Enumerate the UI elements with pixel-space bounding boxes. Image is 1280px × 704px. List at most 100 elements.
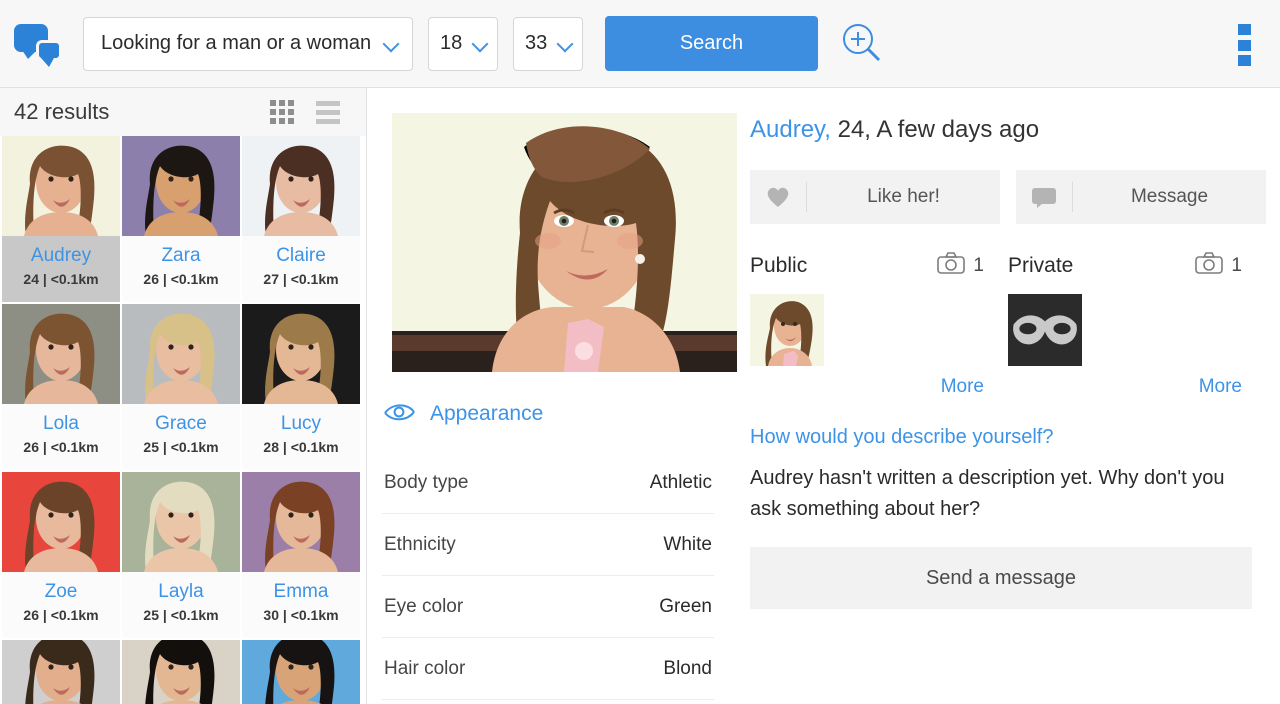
result-card-name: Lucy [280, 413, 322, 434]
result-card-photo [242, 304, 360, 404]
result-card-meta: Grace 25 | <0.1km [122, 404, 240, 470]
result-card-photo [122, 304, 240, 404]
results-grid: Audrey 24 | <0.1km Zara 26 | <0.1km Claire 27… [0, 136, 366, 704]
result-card-name: Lola [43, 413, 79, 434]
app-header: Looking for a man or a woman 18 33 Searc… [0, 0, 1280, 88]
result-card-photo [242, 136, 360, 236]
profile-panel: Appearance Body type Athletic Ethnicity Whi… [368, 88, 1280, 704]
appearance-attribute-list: Body type Athletic Ethnicity White Eye color… [382, 452, 714, 700]
public-more-link-wrap: More [750, 376, 1008, 398]
message-button[interactable]: Message [1016, 170, 1266, 224]
private-more-link-wrap: More [1008, 376, 1266, 398]
appearance-row: Eye color Green [382, 576, 714, 638]
result-card[interactable] [242, 640, 360, 704]
search-button[interactable]: Search [605, 16, 818, 71]
send-message-button[interactable]: Send a message [750, 547, 1252, 609]
result-card-age-distance: 26 | <0.1km [23, 439, 99, 455]
age-min-value: 18 [440, 32, 463, 54]
result-card-meta: Audrey 24 | <0.1km [2, 236, 120, 302]
result-card[interactable]: Lola 26 | <0.1km [2, 304, 120, 470]
chevron-down-icon [384, 36, 399, 51]
chevron-down-icon [558, 36, 573, 51]
result-card[interactable]: Emma 30 | <0.1km [242, 472, 360, 638]
result-card[interactable]: Audrey 24 | <0.1km [2, 136, 120, 302]
heart-icon [750, 185, 806, 209]
appearance-row: Body type Athletic [382, 452, 714, 514]
public-label: Public [750, 254, 808, 277]
profile-action-row: Like her! Message [750, 170, 1266, 224]
description-question[interactable]: How would you describe yourself? [750, 426, 1266, 449]
message-button-label: Message [1130, 186, 1209, 207]
result-card[interactable]: Layla 25 | <0.1km [122, 472, 240, 638]
chat-bubbles-icon[interactable] [12, 18, 68, 70]
result-card-photo [242, 472, 360, 572]
appearance-section-header: Appearance [382, 401, 543, 426]
result-card[interactable] [122, 640, 240, 704]
list-view-icon[interactable] [316, 100, 340, 124]
chevron-down-icon [473, 36, 488, 51]
result-card-photo [122, 640, 240, 704]
media-row: Public 1 More Private 1 More [750, 252, 1266, 398]
public-photo-count: 1 [973, 255, 984, 276]
result-card-meta: Emma 30 | <0.1km [242, 572, 360, 638]
results-bar: 42 results [0, 88, 366, 136]
appearance-row: Hair color Blond [382, 638, 714, 700]
result-card-age-distance: 30 | <0.1km [263, 607, 339, 623]
appearance-row-value: Blond [663, 657, 712, 679]
result-card-age-distance: 26 | <0.1km [143, 271, 219, 287]
result-card-age-distance: 26 | <0.1km [23, 607, 99, 623]
seeking-select[interactable]: Looking for a man or a woman [83, 16, 413, 71]
kebab-menu-icon[interactable] [1235, 24, 1253, 66]
results-sidebar: 42 results Audrey 24 | <0.1km Zara 26 | <0.… [0, 88, 367, 704]
result-card-name: Grace [155, 413, 207, 434]
result-card-photo [2, 136, 120, 236]
result-card[interactable]: Claire 27 | <0.1km [242, 136, 360, 302]
like-button[interactable]: Like her! [750, 170, 1000, 224]
public-more-link[interactable]: More [941, 376, 984, 397]
profile-hero-photo[interactable] [392, 113, 737, 372]
profile-age-activity: 24, A few days ago [830, 116, 1040, 143]
appearance-row-key: Hair color [384, 657, 466, 679]
age-max-select[interactable]: 33 [513, 16, 583, 71]
result-card-age-distance: 27 | <0.1km [263, 271, 339, 287]
result-card-name: Audrey [30, 245, 92, 266]
private-more-link[interactable]: More [1199, 376, 1242, 397]
camera-icon [937, 252, 966, 280]
page-title: Audrey, 24, A few days ago [750, 88, 1266, 144]
seeking-select-value: Looking for a man or a woman [101, 32, 372, 54]
like-button-label: Like her! [867, 186, 940, 207]
result-card[interactable]: Lucy 28 | <0.1km [242, 304, 360, 470]
appearance-title: Appearance [430, 401, 544, 425]
result-card-meta: Zara 26 | <0.1km [122, 236, 240, 302]
age-min-select[interactable]: 18 [428, 16, 498, 71]
magnifier-plus-icon[interactable] [836, 18, 888, 70]
camera-icon [1195, 252, 1224, 280]
result-card[interactable]: Zara 26 | <0.1km [122, 136, 240, 302]
result-card[interactable]: Grace 25 | <0.1km [122, 304, 240, 470]
result-card-name: Zara [161, 245, 201, 266]
private-label: Private [1008, 254, 1074, 277]
result-card[interactable] [2, 640, 120, 704]
result-card-name: Claire [276, 245, 326, 266]
description-body: Audrey hasn't written a description yet.… [750, 467, 1225, 520]
result-card-name: Zoe [44, 581, 78, 602]
result-card-photo [242, 640, 360, 704]
result-card[interactable]: Zoe 26 | <0.1km [2, 472, 120, 638]
appearance-row-value: Green [659, 595, 712, 617]
appearance-row-key: Eye color [384, 595, 464, 617]
public-photo-thumbnail[interactable] [750, 294, 824, 366]
public-photos-section: Public 1 More [750, 252, 1008, 398]
appearance-row-key: Ethnicity [384, 533, 456, 555]
mask-icon [1008, 294, 1082, 366]
result-card-photo [122, 136, 240, 236]
result-card-age-distance: 24 | <0.1km [23, 271, 99, 287]
grid-view-icon[interactable] [270, 100, 294, 124]
private-photo-thumbnail[interactable] [1008, 294, 1082, 366]
profile-details-column: Audrey, 24, A few days ago Like her! Mes… [750, 88, 1266, 609]
appearance-row-value: White [663, 533, 712, 555]
private-photos-section: Private 1 More [1008, 252, 1266, 398]
result-card-meta: Layla 25 | <0.1km [122, 572, 240, 638]
result-card-name: Layla [158, 581, 204, 602]
profile-name[interactable]: Audrey, [750, 116, 831, 143]
private-photo-count: 1 [1231, 255, 1242, 276]
